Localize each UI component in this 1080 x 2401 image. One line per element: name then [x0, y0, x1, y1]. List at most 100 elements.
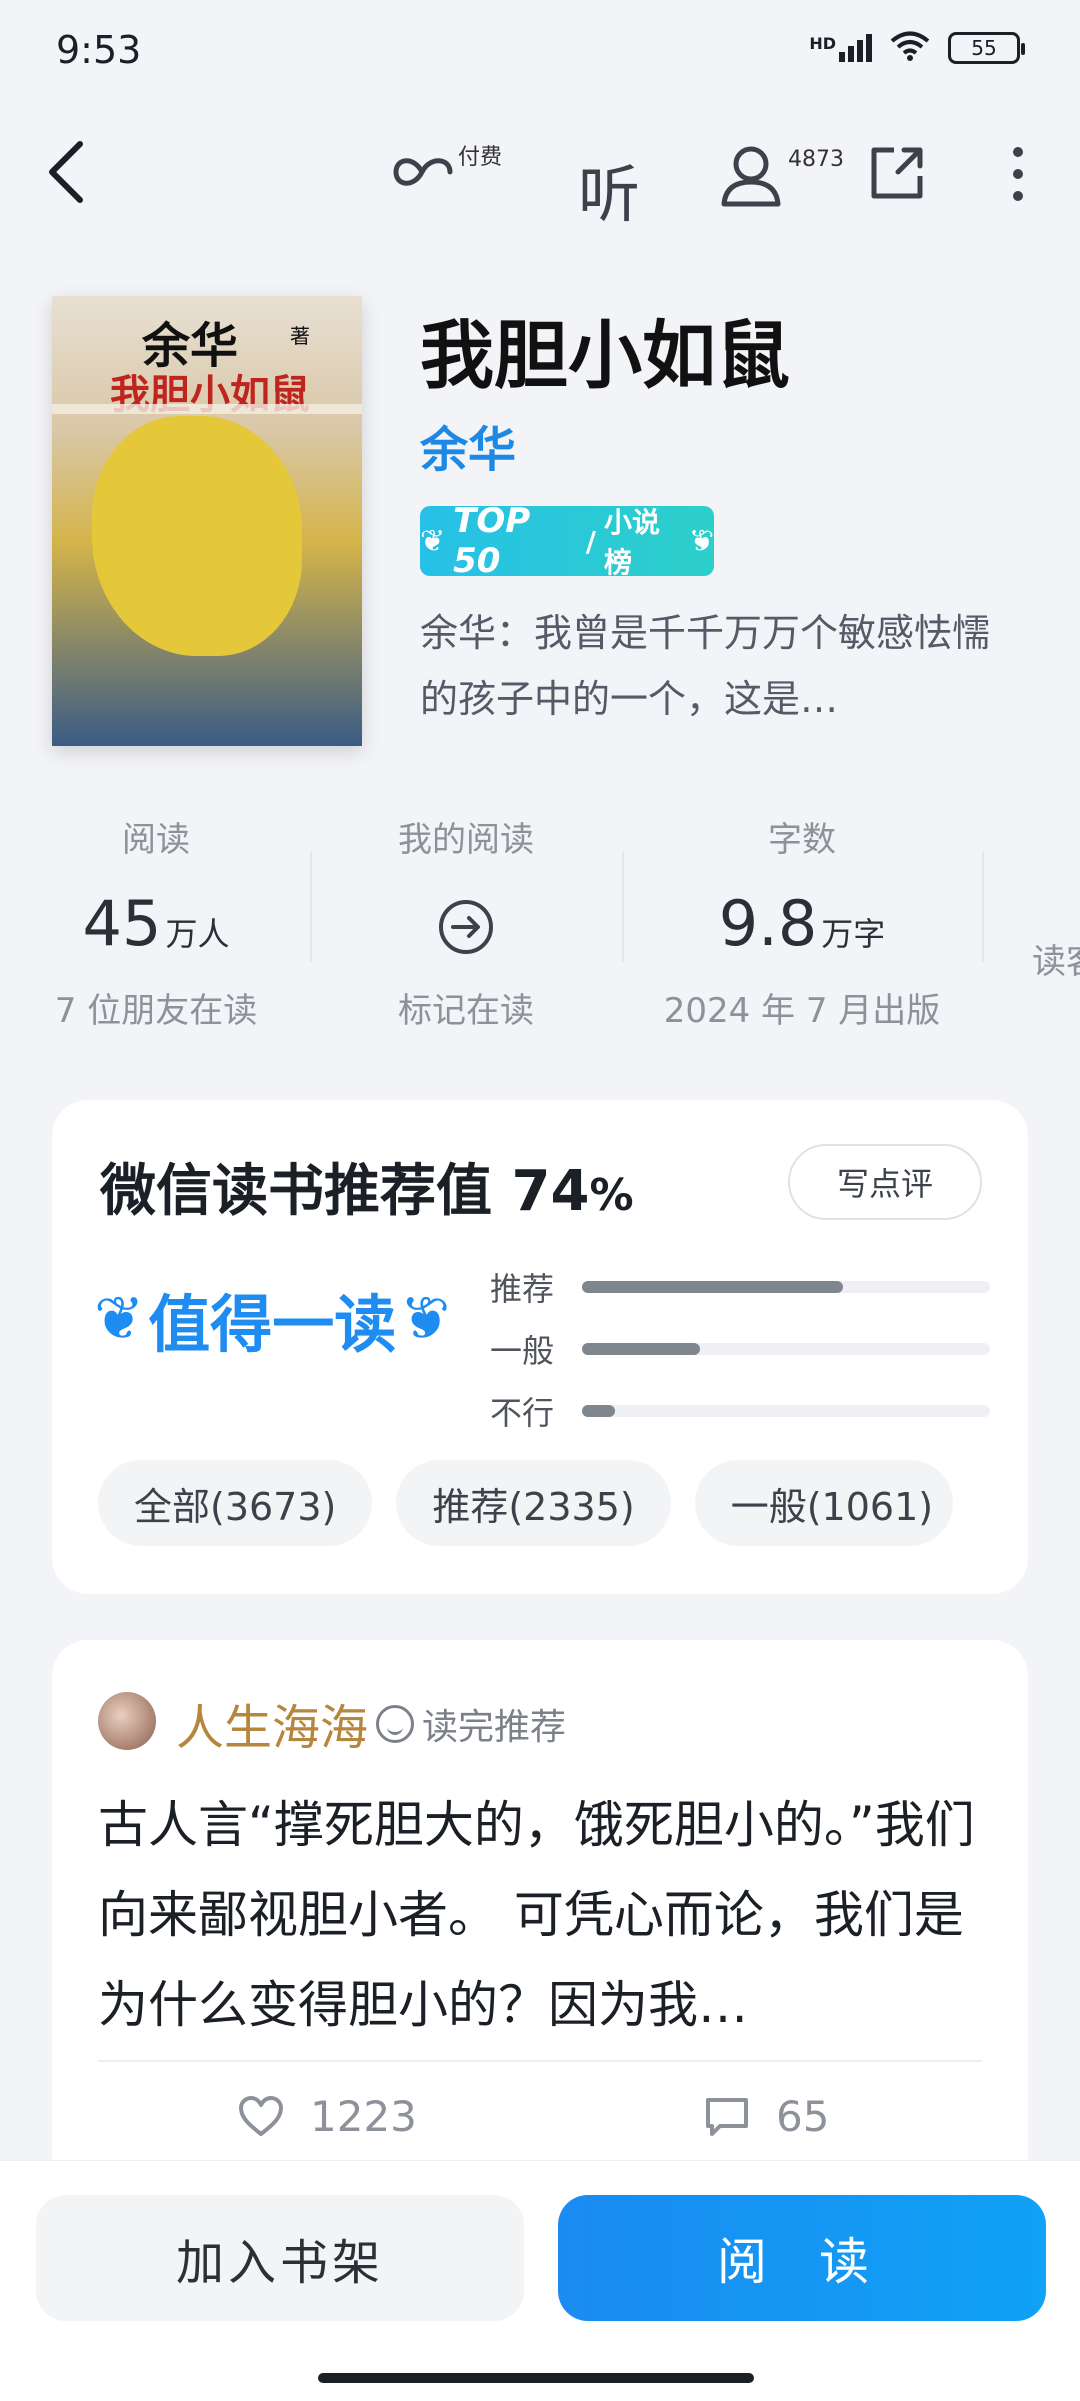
recommend-percent: %: [589, 1170, 634, 1221]
signal-icon: HD: [809, 34, 872, 62]
add-to-shelf-button[interactable]: 加入书架: [36, 2195, 524, 2321]
review-body[interactable]: 古人言“撑死胆大的，饿死胆小的。”我们向来鄙视胆小者。 可凭心而论，我们是为什么…: [98, 1780, 988, 2050]
rating-fill: [582, 1343, 701, 1355]
followers-button[interactable]: 4873: [718, 144, 844, 208]
top-bar: 付费 听 4873: [0, 130, 1080, 231]
stat-value: [1032, 838, 1080, 918]
listen-button[interactable]: 听: [578, 144, 640, 234]
laurel-left-icon: ❦: [94, 1284, 145, 1354]
like-button[interactable]: 1223: [238, 2092, 417, 2141]
stat-sub: 7 位朋友在读: [54, 991, 258, 1031]
stat-number: 45: [82, 887, 162, 960]
divider: [622, 852, 624, 962]
divider: [310, 852, 312, 962]
followers-count: 4873: [788, 146, 844, 172]
filter-all[interactable]: 全部(3673): [98, 1460, 373, 1546]
stat-unit: 万字: [821, 915, 886, 953]
book-author[interactable]: 余华: [420, 410, 516, 480]
badge-list: 小说榜: [603, 506, 660, 579]
rating-fill: [582, 1281, 844, 1293]
stat-my-reading[interactable]: 我的阅读 标记在读: [360, 812, 572, 1032]
review-filters: 全部(3673) 推荐(2335) 一般(1061): [98, 1460, 954, 1546]
laurel-right-icon: ❦: [400, 1284, 451, 1354]
stat-label: 字数: [768, 820, 836, 860]
book-title: 我胆小如鼠: [420, 313, 790, 399]
book-cover[interactable]: 余华 著 我胆小如鼠: [52, 296, 362, 746]
read-button[interactable]: 阅 读: [558, 2195, 1046, 2321]
stat-publisher[interactable]: 读客: [1032, 812, 1080, 983]
stat-value: [360, 887, 572, 967]
rating-row: 推荐: [490, 1256, 990, 1318]
stat-word-count[interactable]: 字数 9.8 万字 2024 年 7 月出版: [652, 812, 952, 1032]
infinity-icon: [393, 158, 453, 186]
verdict-text: 值得一读: [148, 1288, 397, 1361]
review-tag: 读完推荐: [376, 1698, 566, 1750]
pay-button[interactable]: 付费: [392, 145, 502, 192]
like-count: 1223: [310, 2092, 417, 2141]
stat-sub: 读客: [1032, 942, 1080, 982]
rating-label: 一般: [490, 1332, 555, 1370]
back-button[interactable]: [44, 140, 88, 204]
rating-row: 不行: [490, 1380, 990, 1442]
rating-label: 不行: [490, 1394, 555, 1432]
stat-readers[interactable]: 阅读 45 万人 7 位朋友在读: [50, 812, 262, 1032]
share-icon: [871, 147, 923, 199]
person-icon: [721, 146, 781, 207]
rating-track: [582, 1281, 990, 1293]
cover-zhu: 著: [290, 324, 310, 348]
badge-top: TOP 50: [453, 501, 531, 581]
verdict: ❦ 值得一读 ❦: [94, 1274, 451, 1364]
book-description[interactable]: 余华：我曾是千千万万个敏感怯懦的孩子中的一个，这是…: [420, 600, 1010, 732]
rating-fill: [582, 1405, 615, 1417]
rating-track: [582, 1405, 990, 1417]
divider: [98, 2060, 982, 2062]
recommend-score: 74: [511, 1159, 590, 1224]
home-indicator[interactable]: [318, 2373, 754, 2383]
wifi-icon: [890, 30, 930, 66]
stat-sub: 2024 年 7 月出版: [663, 991, 941, 1031]
comment-button[interactable]: 65: [704, 2092, 829, 2141]
stat-value: 9.8 万字: [652, 887, 952, 967]
comment-count: 65: [776, 2092, 830, 2141]
bottom-bar: 加入书架 阅 读: [0, 2160, 1080, 2401]
rating-track: [582, 1343, 990, 1355]
comment-icon: [706, 2097, 748, 2136]
heart-icon: [239, 2095, 283, 2136]
write-review-button[interactable]: 写点评: [788, 1144, 982, 1220]
pay-label: 付费: [458, 145, 503, 170]
recommend-card: 微信读书推荐值 74% 写点评 ❦ 值得一读 ❦ 推荐 一般 不行 全部(367…: [52, 1100, 1028, 1594]
avatar[interactable]: [98, 1692, 156, 1750]
more-vertical-icon: [1013, 147, 1023, 201]
rating-label: 推荐: [490, 1270, 555, 1308]
share-button[interactable]: [868, 144, 926, 202]
battery-icon: 55: [948, 32, 1025, 64]
stat-label: 我的阅读: [398, 820, 534, 860]
stat-label: 阅读: [122, 820, 190, 860]
stat-value: 45 万人: [50, 887, 262, 967]
filter-average[interactable]: 一般(1061): [694, 1460, 954, 1546]
status-icons: HD 55: [809, 30, 1025, 66]
stat-unit: 万人: [165, 915, 230, 953]
review-tag-text: 读完推荐: [422, 1707, 567, 1748]
badge-slash: /: [585, 524, 596, 558]
status-time: 9:53: [56, 28, 142, 72]
more-button[interactable]: [1010, 146, 1026, 202]
smile-icon: [376, 1705, 414, 1743]
top50-badge[interactable]: ❦ TOP 50 / 小说榜 ❦: [420, 501, 714, 581]
review-username[interactable]: 人生海海: [176, 1688, 368, 1758]
divider: [982, 852, 984, 962]
filter-recommend[interactable]: 推荐(2335): [396, 1460, 671, 1546]
laurel-right-icon: ❦: [688, 523, 714, 559]
stat-sub: 标记在读: [398, 991, 534, 1031]
rating-bars: 推荐 一般 不行: [490, 1256, 990, 1442]
recommend-title-text: 微信读书推荐值: [100, 1159, 512, 1224]
network-type: HD: [809, 34, 836, 53]
recommend-title: 微信读书推荐值 74%: [100, 1146, 634, 1227]
cover-strip: [52, 404, 362, 414]
laurel-left-icon: ❦: [420, 523, 446, 559]
stat-number: 9.8: [718, 887, 818, 960]
arrow-circle-icon: [439, 900, 493, 954]
cover-illustration: [92, 416, 302, 656]
chevron-left-icon: [49, 141, 83, 203]
rating-row: 一般: [490, 1318, 990, 1380]
